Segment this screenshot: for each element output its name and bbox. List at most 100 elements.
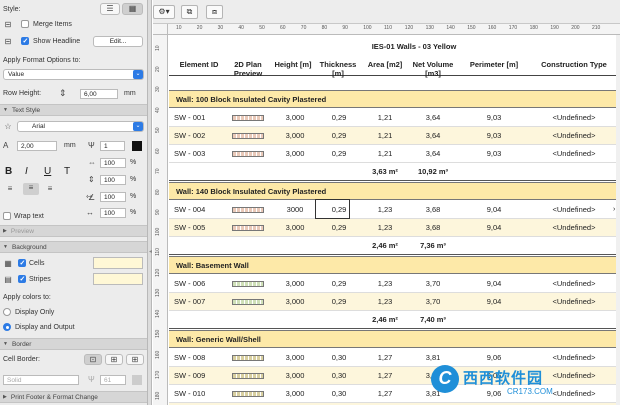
preview-header[interactable]: ▶ Preview bbox=[0, 225, 147, 237]
ruler-tick: 80 bbox=[155, 188, 161, 195]
cell-perimeter: 9,03 bbox=[486, 149, 502, 158]
settings-button[interactable]: ⚙▾ bbox=[153, 5, 175, 19]
col-element-id: Element ID bbox=[179, 60, 219, 69]
angle-icon: ∠ bbox=[88, 193, 96, 202]
border-header[interactable]: ▼ Border bbox=[0, 338, 147, 350]
font-select[interactable]: Arial ⌄ bbox=[17, 121, 144, 132]
cell-area: 1,23 bbox=[377, 205, 393, 214]
merge-items-checkbox[interactable] bbox=[21, 20, 29, 28]
table-row[interactable]: SW - 003 3,000 0,29 1,21 3,64 9,03 <Undefined> bbox=[169, 145, 620, 163]
total-area: 2,46 m² bbox=[372, 241, 398, 250]
expand-triangle-icon: ▶ bbox=[3, 228, 7, 234]
cell-height: 3,000 bbox=[285, 279, 305, 288]
table-row[interactable]: SW - 001 3,000 0,29 1,21 3,64 9,03 <Undefined> bbox=[169, 109, 620, 127]
table-row[interactable]: SW - 004 3000 0,29 1,23 3,68 9,04 <Undefined> › bbox=[169, 199, 620, 219]
ruler-tick: 140 bbox=[446, 25, 455, 31]
cell-thickness: 0,29 bbox=[331, 131, 347, 140]
horizontal-ruler: 10 20 30 40 50 60 70 80 90 100 110 120 130 140 150 160 1… bbox=[168, 24, 620, 35]
border-outer-icon: ⊡ bbox=[89, 354, 97, 364]
style-list-button[interactable]: ☰ bbox=[100, 3, 120, 15]
font-size-icon: A bbox=[3, 141, 9, 150]
cell-perimeter: 9,03 bbox=[486, 113, 502, 122]
cell-height: 3,000 bbox=[285, 131, 305, 140]
font-row: ☆ Arial ⌄ bbox=[0, 121, 147, 132]
background-header[interactable]: ▼ Background bbox=[0, 241, 147, 253]
col-plan-preview: 2D Plan Preview bbox=[233, 60, 263, 78]
border-line-select[interactable]: Solid bbox=[3, 374, 79, 385]
ruler-tick: 100 bbox=[155, 227, 161, 236]
table-row[interactable]: SW - 005 3,000 0,29 1,23 3,68 9,04 <Undefined> bbox=[169, 219, 620, 237]
selected-cell-outline[interactable] bbox=[315, 199, 350, 219]
schedule-table: IES-01 Walls - 03 Yellow Element ID 2D P… bbox=[169, 36, 620, 405]
zoom-selection-button[interactable]: ⧈ bbox=[206, 5, 223, 19]
font-size-input[interactable]: 2,00 bbox=[17, 140, 57, 151]
apply-format-select[interactable]: Value ⌄ bbox=[3, 69, 144, 80]
cell-id: SW - 007 bbox=[174, 297, 206, 306]
cells-color-swatch[interactable] bbox=[93, 257, 143, 269]
cell-height: 3,000 bbox=[285, 223, 305, 232]
watermark-logo: C 西西软件园 CR173.COM bbox=[427, 363, 617, 403]
list-icon: ☰ bbox=[106, 4, 114, 13]
wrap-text-checkbox[interactable] bbox=[3, 212, 11, 220]
group-header: Wall: 100 Block Insulated Cavity Plaster… bbox=[169, 90, 620, 108]
show-headline-label: Show Headline bbox=[33, 37, 81, 45]
cells-checkbox[interactable] bbox=[18, 259, 26, 267]
wall-plan-preview bbox=[232, 281, 264, 287]
cell-thickness: 0,29 bbox=[331, 279, 347, 288]
ruler-tick: 120 bbox=[155, 268, 161, 277]
ruler-tick: 50 bbox=[155, 127, 161, 133]
style-grid-button[interactable]: ▦ bbox=[122, 3, 143, 15]
display-only-row: Display Only bbox=[0, 307, 147, 317]
apply-format-value: Value bbox=[8, 71, 25, 78]
border-pen-input[interactable]: 61 bbox=[100, 374, 126, 385]
pen-icon: Ψ bbox=[88, 375, 95, 384]
table-row[interactable]: SW - 002 3,000 0,29 1,21 3,64 9,03 <Undefined> bbox=[169, 127, 620, 145]
fit-icon: ⧉ bbox=[186, 7, 193, 16]
splitter-grip-icon: ◂ bbox=[149, 249, 153, 255]
ruler-tick: 40 bbox=[238, 25, 244, 31]
ruler-tick: 160 bbox=[155, 350, 161, 359]
show-headline-checkbox[interactable] bbox=[21, 37, 29, 45]
collapse-triangle-icon: ▼ bbox=[3, 244, 8, 250]
ruler-tick: 70 bbox=[300, 25, 307, 31]
cell-area: 1,23 bbox=[377, 223, 393, 232]
table-row[interactable]: SW - 006 3,000 0,29 1,23 3,70 9,04 <Undefined> bbox=[169, 275, 620, 293]
border-all-button[interactable]: ⊞ bbox=[126, 353, 144, 365]
panel-splitter[interactable]: ◂ bbox=[148, 0, 152, 405]
cell-id: SW - 003 bbox=[174, 149, 206, 158]
cells-grid-icon: ▦ bbox=[4, 258, 12, 268]
text-style-header[interactable]: ▼ Text Style bbox=[0, 104, 147, 116]
row-height-input[interactable]: 6,00 bbox=[80, 88, 118, 99]
print-footer-header[interactable]: ▶ Print Footer & Format Change bbox=[0, 391, 147, 403]
display-output-radio[interactable] bbox=[3, 323, 11, 331]
font-star-icon: ☆ bbox=[4, 122, 12, 131]
edit-button[interactable]: Edit... bbox=[93, 35, 143, 47]
stripes-color-swatch[interactable] bbox=[93, 273, 143, 285]
cell-height: 3,000 bbox=[285, 371, 305, 380]
cell-id: SW - 004 bbox=[174, 205, 206, 214]
border-outer-button[interactable]: ⊡ bbox=[84, 353, 102, 365]
border-inner-button[interactable]: ⊞ bbox=[105, 353, 123, 365]
cell-thickness: 0,30 bbox=[331, 371, 347, 380]
ruler-tick: 210 bbox=[592, 25, 601, 31]
border-pen-swatch[interactable] bbox=[132, 374, 142, 385]
ruler-tick: 130 bbox=[155, 288, 161, 297]
pen-color-swatch[interactable] bbox=[132, 140, 142, 151]
pen-input[interactable]: 1 bbox=[100, 140, 125, 151]
cell-id: SW - 008 bbox=[174, 353, 206, 362]
cell-perimeter: 9,04 bbox=[486, 223, 502, 232]
gear-icon: ⚙▾ bbox=[158, 7, 170, 16]
display-output-label: Display and Output bbox=[15, 323, 75, 331]
display-only-radio[interactable] bbox=[3, 308, 11, 316]
watermark-brand: 西西软件园 bbox=[463, 370, 544, 387]
table-row[interactable]: SW - 007 3,000 0,29 1,23 3,70 9,04 <Undefined> bbox=[169, 293, 620, 311]
vertical-scrollbar[interactable] bbox=[616, 35, 620, 405]
cell-height: 3,000 bbox=[285, 297, 305, 306]
zoom-fit-button[interactable]: ⧉ bbox=[181, 5, 198, 19]
ruler-tick: 40 bbox=[155, 106, 161, 113]
ruler-tick: 90 bbox=[342, 25, 348, 31]
wall-plan-preview bbox=[232, 115, 264, 121]
group-header: Wall: 140 Block Insulated Cavity Plaster… bbox=[169, 182, 620, 200]
row-expand-icon[interactable]: › bbox=[613, 201, 615, 219]
stripes-checkbox[interactable] bbox=[18, 275, 26, 283]
